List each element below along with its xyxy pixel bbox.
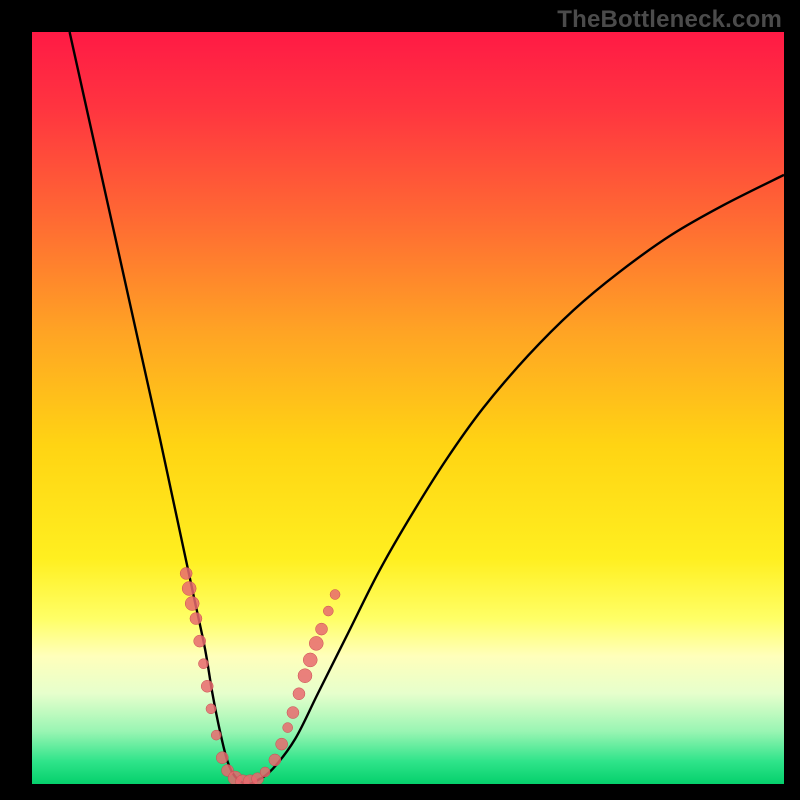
marker-dot <box>269 754 281 766</box>
marker-dot <box>283 723 293 733</box>
marker-dot <box>201 680 213 692</box>
marker-dot <box>298 669 312 683</box>
marker-dot <box>211 730 221 740</box>
marker-dot <box>276 738 288 750</box>
marker-dot <box>194 635 206 647</box>
marker-dot <box>293 688 305 700</box>
marker-dot <box>309 636 323 650</box>
marker-dot <box>190 613 202 625</box>
marker-dot <box>216 752 228 764</box>
bottleneck-curve <box>70 32 784 784</box>
marker-dot <box>316 623 328 635</box>
frame: TheBottleneck.com <box>0 0 800 800</box>
marker-dot <box>182 581 196 595</box>
marker-dot <box>198 659 208 669</box>
marker-dot <box>185 597 199 611</box>
marker-dot <box>323 606 333 616</box>
marker-dot <box>180 567 192 579</box>
chart-svg <box>32 32 784 784</box>
markers-group <box>180 567 340 784</box>
marker-dot <box>206 704 216 714</box>
marker-dot <box>287 707 299 719</box>
marker-dot <box>260 767 270 777</box>
watermark-text: TheBottleneck.com <box>557 6 782 34</box>
marker-dot <box>330 590 340 600</box>
marker-dot <box>303 653 317 667</box>
plot-area <box>32 32 784 784</box>
